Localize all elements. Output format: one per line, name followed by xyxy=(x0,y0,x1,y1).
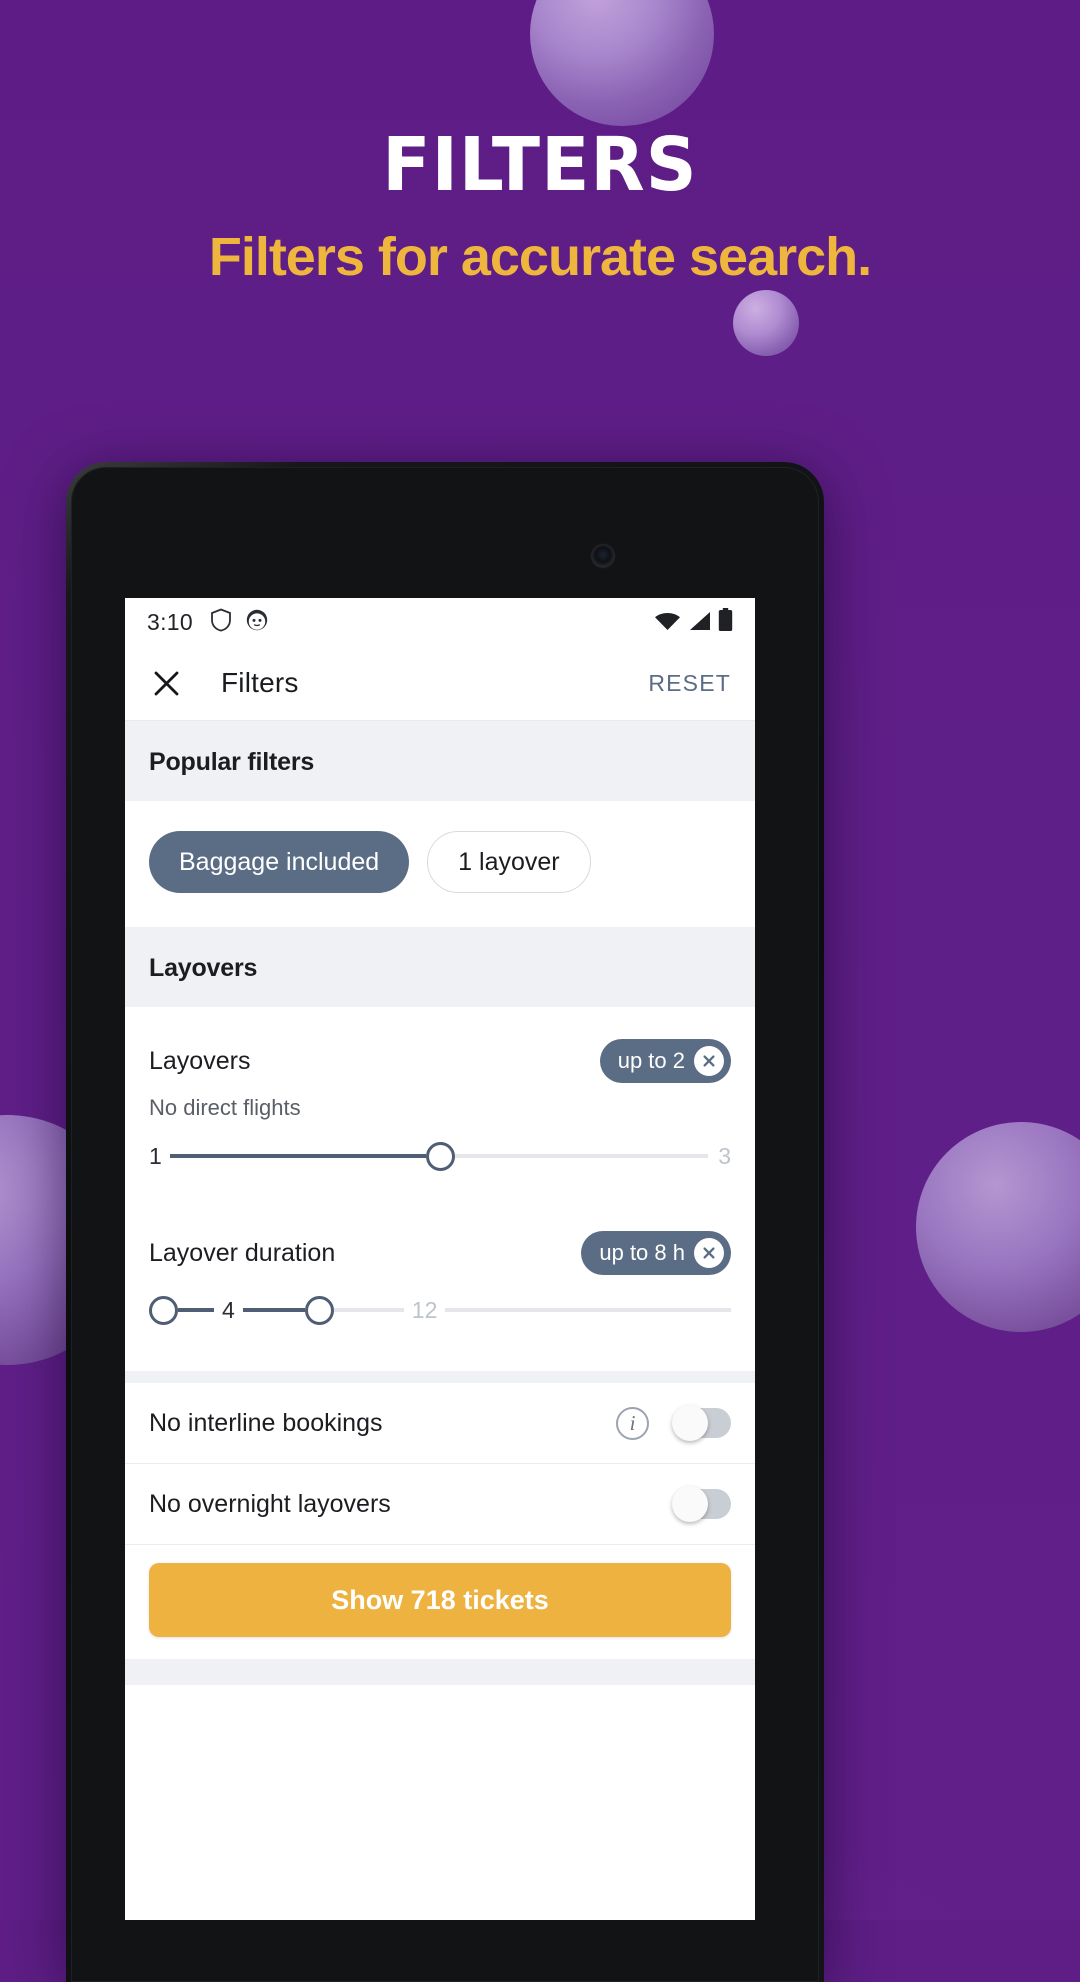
promo-title: FILTERS xyxy=(382,122,698,208)
layover-duration-fill-right xyxy=(242,1308,305,1312)
battery-icon xyxy=(718,608,733,636)
layovers-slider-max-label: 3 xyxy=(718,1142,731,1169)
no-overnight-layovers-controls xyxy=(672,1486,731,1522)
filter-row-layover-duration: Layover duration up to 8 h 4 12 xyxy=(125,1191,755,1371)
layover-duration-slider-thumb-high[interactable] xyxy=(304,1295,334,1325)
filters-toolbar: Filters RESET xyxy=(125,646,755,721)
status-bar-left-icons xyxy=(210,608,269,637)
bottom-strip xyxy=(125,1659,755,1685)
chip-one-layover[interactable]: 1 layover xyxy=(427,831,591,893)
chip-baggage-included[interactable]: Baggage included xyxy=(149,831,410,893)
toggle-row-no-interline-bookings[interactable]: No interline bookings i xyxy=(125,1383,755,1464)
toggle-row-no-overnight-layovers[interactable]: No overnight layovers xyxy=(125,1464,755,1545)
shield-icon xyxy=(210,608,232,637)
no-overnight-layovers-label: No overnight layovers xyxy=(149,1489,391,1518)
no-interline-bookings-switch[interactable] xyxy=(672,1405,731,1441)
status-bar: 3:10 xyxy=(125,598,755,646)
decorative-sphere-top xyxy=(530,0,714,126)
section-header-layovers: Layovers xyxy=(125,927,755,1007)
no-overnight-layovers-switch[interactable] xyxy=(672,1486,731,1522)
cta-container: Show 718 tickets xyxy=(125,1545,755,1659)
decorative-sphere-small xyxy=(733,290,799,356)
status-bar-time: 3:10 xyxy=(147,608,193,635)
layover-duration-slider-thumb-low[interactable] xyxy=(149,1295,178,1325)
layovers-slider-thumb[interactable] xyxy=(425,1141,455,1171)
switch-knob xyxy=(672,1405,708,1441)
section-header-popular-filters: Popular filters xyxy=(125,721,755,801)
status-bar-right-icons xyxy=(654,608,733,636)
layovers-slider[interactable]: 1 3 xyxy=(149,1121,731,1191)
layover-duration-fill-left xyxy=(178,1308,214,1312)
layover-duration-value-badge[interactable]: up to 8 h xyxy=(581,1231,731,1275)
layovers-value-text: up to 2 xyxy=(617,1048,685,1073)
layovers-slider-fill xyxy=(169,1154,426,1158)
layover-duration-label: Layover duration xyxy=(149,1238,336,1267)
layovers-value-badge[interactable]: up to 2 xyxy=(599,1039,731,1083)
layovers-sub-label: No direct flights xyxy=(149,1095,301,1120)
promo-copy: FILTERS Filters for accurate search. xyxy=(0,128,1080,288)
layover-duration-remainder-right xyxy=(445,1308,731,1312)
section-divider xyxy=(125,1371,755,1383)
close-circle-icon[interactable] xyxy=(694,1046,724,1076)
reset-button[interactable]: RESET xyxy=(648,670,731,697)
layover-duration-row-head: Layover duration up to 8 h xyxy=(149,1191,731,1275)
no-interline-bookings-controls: i xyxy=(616,1405,731,1441)
layovers-slider-min-label: 1 xyxy=(149,1142,162,1169)
filter-row-layovers: Layovers up to 2 No direct flights 1 3 xyxy=(125,1007,755,1191)
switch-knob xyxy=(672,1486,708,1522)
layovers-row-head: Layovers up to 2 xyxy=(149,1007,731,1083)
promo-subtitle: Filters for accurate search. xyxy=(208,227,872,287)
phone-screen: 3:10 Filters RESET Popular filters Bagga… xyxy=(125,598,755,1920)
layover-duration-value-text: up to 8 h xyxy=(599,1240,685,1265)
layover-duration-low-label: 4 xyxy=(222,1296,235,1323)
layovers-label: Layovers xyxy=(149,1046,251,1075)
close-icon[interactable] xyxy=(149,666,183,700)
no-interline-bookings-label: No interline bookings xyxy=(149,1408,383,1437)
show-tickets-button[interactable]: Show 718 tickets xyxy=(149,1563,731,1637)
info-icon[interactable]: i xyxy=(616,1406,649,1440)
close-circle-icon[interactable] xyxy=(694,1238,724,1268)
layover-duration-max-label: 12 xyxy=(411,1296,438,1323)
layover-duration-slider[interactable]: 4 12 xyxy=(149,1275,731,1345)
page-title: Filters xyxy=(221,667,299,698)
popular-filter-chips: Baggage included 1 layover xyxy=(125,801,755,927)
decorative-sphere-right xyxy=(916,1122,1080,1332)
wifi-icon xyxy=(654,611,681,636)
front-camera-icon xyxy=(592,545,614,567)
layovers-slider-remainder xyxy=(454,1154,709,1158)
cellular-signal-icon xyxy=(688,611,711,636)
layover-duration-remainder-left xyxy=(333,1308,404,1312)
face-avatar-icon xyxy=(245,608,269,637)
